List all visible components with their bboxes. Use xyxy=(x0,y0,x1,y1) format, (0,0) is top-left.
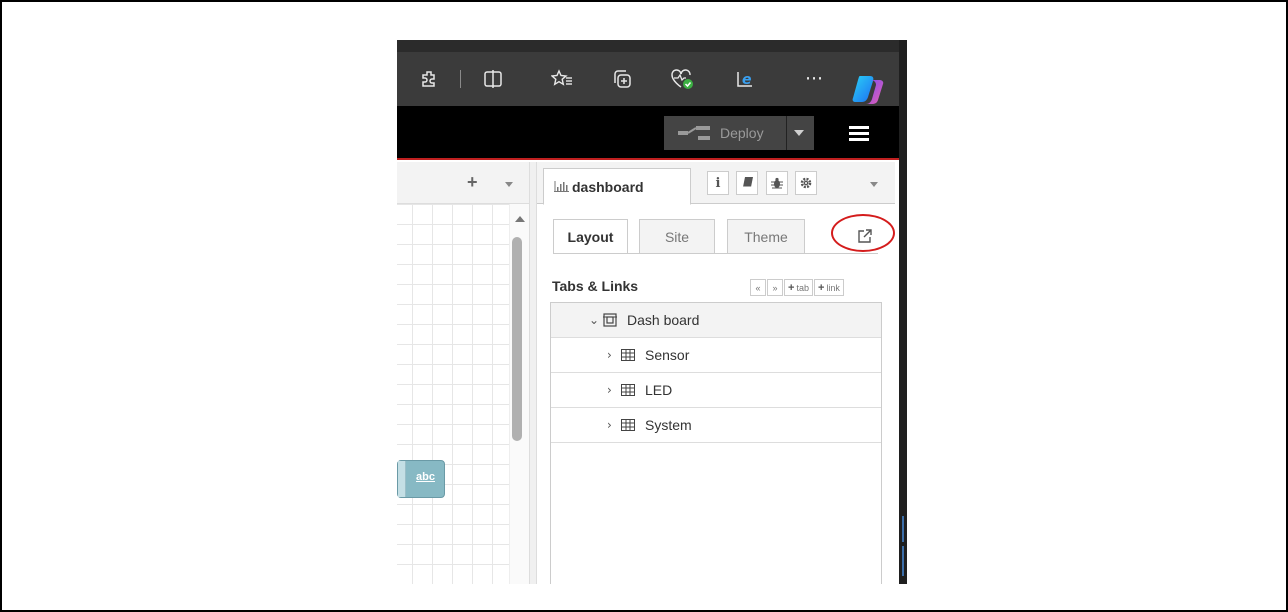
more-icon[interactable]: ··· xyxy=(799,64,829,94)
deploy-menu-caret-icon[interactable] xyxy=(794,130,804,136)
workspace: + abc xyxy=(397,162,529,584)
tree-label-dashboard: Dash board xyxy=(627,312,700,328)
sidebar-tab-bar: dashboard i xyxy=(537,162,895,205)
workspace-tab-bar: + xyxy=(397,162,529,204)
bar-chart-icon xyxy=(554,181,569,192)
tab-dashboard-label: dashboard xyxy=(572,178,644,195)
tabs-links-title: Tabs & Links xyxy=(552,278,639,294)
bug-icon[interactable] xyxy=(766,171,788,195)
deploy-divider xyxy=(786,116,787,150)
plus-icon: + xyxy=(817,281,825,294)
favorites-icon[interactable] xyxy=(547,64,577,94)
browser-tab-strip xyxy=(397,40,907,52)
main-menu-icon[interactable] xyxy=(849,126,869,142)
internet-explorer-mode-icon[interactable]: e xyxy=(730,64,760,94)
group-table-icon xyxy=(621,419,635,431)
edge-highlight xyxy=(902,546,904,576)
tree-row-system[interactable]: › System xyxy=(551,408,881,443)
add-flow-button[interactable]: + xyxy=(467,172,478,193)
info-icon[interactable]: i xyxy=(707,171,729,195)
text-node-label: abc xyxy=(416,471,435,483)
copilot-icon[interactable] xyxy=(852,74,886,104)
node-red-header: Deploy xyxy=(397,106,907,160)
subtab-theme[interactable]: Theme xyxy=(727,219,805,254)
more-label: ··· xyxy=(804,68,824,90)
chevron-right-icon[interactable]: › xyxy=(607,418,621,432)
add-link-label: link xyxy=(826,282,840,293)
expand-all-button[interactable]: » xyxy=(767,279,783,296)
add-tab-button[interactable]: + tab xyxy=(784,279,813,296)
tree-row-dashboard[interactable]: ⌄ Dash board xyxy=(551,303,881,338)
scrollbar-thumb[interactable] xyxy=(512,237,522,441)
toolbar-separator xyxy=(460,70,461,88)
split-screen-icon[interactable] xyxy=(478,64,508,94)
subtab-layout[interactable]: Layout xyxy=(553,219,628,254)
browser-essentials-icon[interactable] xyxy=(667,64,697,94)
tree-row-sensor[interactable]: › Sensor xyxy=(551,338,881,373)
subtab-site[interactable]: Site xyxy=(639,219,715,254)
deploy-button[interactable]: Deploy xyxy=(664,116,814,150)
tree-row-led[interactable]: › LED xyxy=(551,373,881,408)
plus-icon: + xyxy=(788,281,795,294)
flow-list-caret-icon[interactable] xyxy=(505,182,513,187)
workspace-scrollbar[interactable] xyxy=(509,204,529,584)
text-node[interactable]: abc xyxy=(397,460,445,498)
edge-highlight xyxy=(902,516,904,542)
tree-label-system: System xyxy=(645,417,692,433)
browser-window-edge xyxy=(899,40,907,584)
tree-label-sensor: Sensor xyxy=(645,347,690,363)
sidebar-menu-caret-icon[interactable] xyxy=(870,182,878,187)
group-table-icon xyxy=(621,349,635,361)
subtab-underline xyxy=(553,253,878,254)
screenshot-crop: e ··· Deploy + abc dashboard i Layout Si… xyxy=(397,40,907,584)
tabs-links-tree: ⌄ Dash board › Sensor › LED › System xyxy=(550,302,882,584)
add-link-button[interactable]: + link xyxy=(813,279,844,296)
chevron-down-icon[interactable]: ⌄ xyxy=(589,313,603,327)
deploy-label: Deploy xyxy=(720,125,764,141)
sidebar-separator[interactable] xyxy=(529,162,537,584)
sidebar: dashboard i Layout Site Theme Tabs & Lin… xyxy=(537,162,895,584)
tree-label-led: LED xyxy=(645,382,673,398)
collections-icon[interactable] xyxy=(607,64,637,94)
chevron-right-icon[interactable]: › xyxy=(607,348,621,362)
add-tab-label: tab xyxy=(796,282,809,293)
collapse-all-button[interactable]: « xyxy=(750,279,766,296)
gear-icon[interactable] xyxy=(795,171,817,195)
scroll-up-icon[interactable] xyxy=(515,216,525,222)
tabs-links-toolbar: « » + tab + link xyxy=(749,279,844,296)
tab-dashboard[interactable]: dashboard xyxy=(543,168,691,205)
annotation-circle xyxy=(831,214,895,252)
svg-text:e: e xyxy=(742,72,752,88)
book-icon[interactable] xyxy=(736,171,758,195)
browser-toolbar: e ··· xyxy=(397,52,907,106)
dashboard-tab-icon xyxy=(603,313,617,327)
group-table-icon xyxy=(621,384,635,396)
node-port xyxy=(398,461,406,497)
chevron-right-icon[interactable]: › xyxy=(607,383,621,397)
deploy-icon xyxy=(678,126,710,140)
workspace-canvas[interactable] xyxy=(397,204,509,584)
extensions-icon[interactable] xyxy=(414,64,444,94)
